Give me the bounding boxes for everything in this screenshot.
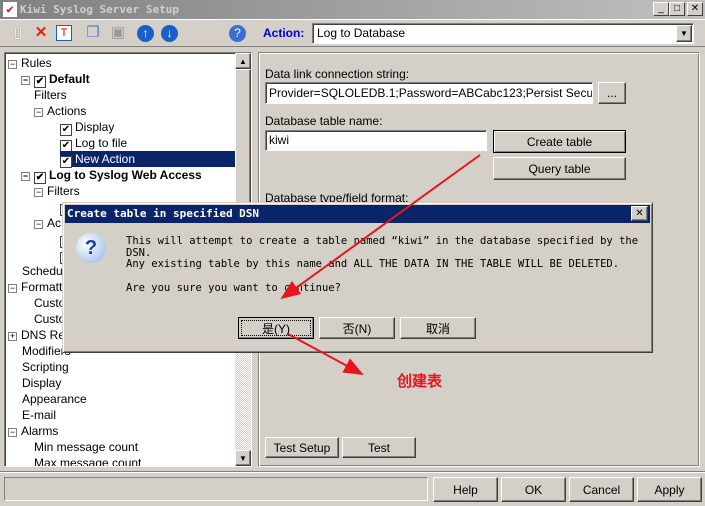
annotation-arrows: [280, 154, 481, 375]
arrow-to-label: [287, 333, 364, 375]
arrow-to-dialog: [280, 154, 481, 300]
annotation-label: 创建表: [397, 373, 443, 390]
